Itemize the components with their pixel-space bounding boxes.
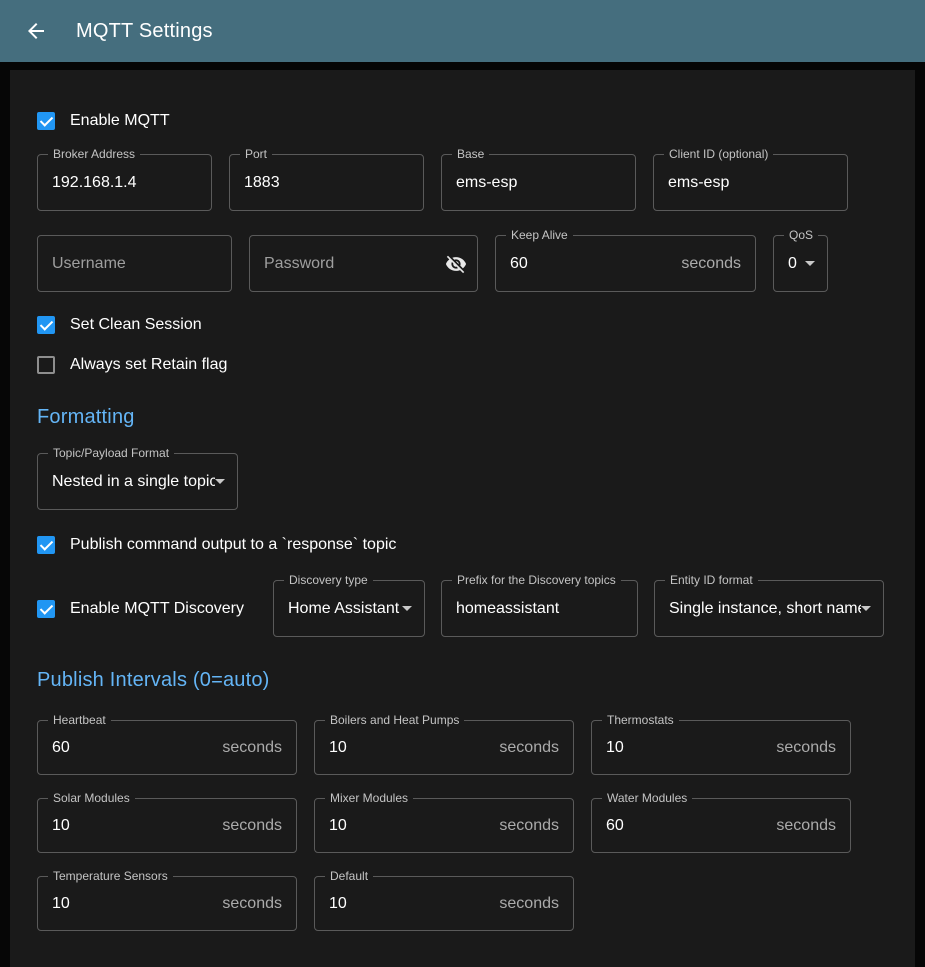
discovery-row: Enable MQTT Discovery Discovery type Hom… — [37, 580, 888, 637]
temperature-sensors-input[interactable] — [38, 895, 222, 913]
water-interval-field: Water Modules seconds — [591, 798, 851, 853]
qos-value: 0 — [774, 255, 805, 273]
username-field — [37, 235, 232, 292]
clean-session-row[interactable]: Set Clean Session — [37, 316, 202, 334]
enable-mqtt-label: Enable MQTT — [70, 112, 170, 130]
back-arrow-icon — [24, 19, 48, 43]
seconds-suffix: seconds — [222, 895, 296, 913]
port-label: Port — [240, 147, 272, 162]
port-input[interactable] — [230, 174, 423, 192]
seconds-suffix: seconds — [499, 739, 573, 757]
entity-id-format-value: Single instance, short name — [655, 600, 861, 618]
heartbeat-interval-field: Heartbeat seconds — [37, 720, 297, 775]
base-input[interactable] — [442, 174, 635, 192]
broker-address-field: Broker Address — [37, 154, 212, 211]
page-title: MQTT Settings — [76, 20, 213, 43]
client-id-input[interactable] — [654, 174, 847, 192]
heartbeat-label: Heartbeat — [48, 713, 111, 728]
broker-address-label: Broker Address — [48, 147, 140, 162]
entity-id-format-select[interactable]: Entity ID format Single instance, short … — [654, 580, 884, 637]
solar-interval-field: Solar Modules seconds — [37, 798, 297, 853]
seconds-suffix: seconds — [776, 817, 850, 835]
default-interval-field: Default seconds — [314, 876, 574, 931]
discovery-type-value: Home Assistant — [274, 600, 402, 618]
formatting-heading: Formatting — [37, 406, 888, 429]
chevron-down-icon — [215, 479, 225, 484]
water-input[interactable] — [592, 817, 776, 835]
seconds-suffix: seconds — [222, 739, 296, 757]
temperature-sensors-label: Temperature Sensors — [48, 869, 173, 884]
broker-row: Broker Address Port Base Client ID (opti… — [37, 154, 888, 211]
keep-alive-suffix: seconds — [681, 255, 755, 273]
chevron-down-icon — [805, 261, 815, 266]
temperature-sensors-interval-field: Temperature Sensors seconds — [37, 876, 297, 931]
retain-flag-label: Always set Retain flag — [70, 356, 227, 374]
enable-mqtt-row[interactable]: Enable MQTT — [37, 112, 170, 130]
enable-mqtt-checkbox[interactable] — [37, 112, 55, 130]
heartbeat-input[interactable] — [38, 739, 222, 757]
base-label: Base — [452, 147, 489, 162]
client-id-label: Client ID (optional) — [664, 147, 773, 162]
enable-discovery-checkbox[interactable] — [37, 600, 55, 618]
seconds-suffix: seconds — [222, 817, 296, 835]
topic-format-select[interactable]: Topic/Payload Format Nested in a single … — [37, 453, 238, 510]
discovery-prefix-label: Prefix for the Discovery topics — [452, 573, 621, 588]
seconds-suffix: seconds — [776, 739, 850, 757]
discovery-prefix-field: Prefix for the Discovery topics — [441, 580, 638, 637]
password-field — [249, 235, 478, 292]
thermostats-label: Thermostats — [602, 713, 679, 728]
app-bar: MQTT Settings — [0, 0, 925, 62]
boilers-label: Boilers and Heat Pumps — [325, 713, 464, 728]
keep-alive-label: Keep Alive — [506, 228, 573, 243]
topic-format-value: Nested in a single topic — [38, 473, 215, 491]
qos-label: QoS — [784, 228, 818, 243]
enable-discovery-row[interactable]: Enable MQTT Discovery — [37, 600, 257, 618]
settings-panel: Enable MQTT Broker Address Port Base Cli… — [10, 70, 915, 967]
client-id-field: Client ID (optional) — [653, 154, 848, 211]
base-field: Base — [441, 154, 636, 211]
topic-format-row: Topic/Payload Format Nested in a single … — [37, 453, 888, 510]
password-input[interactable] — [250, 255, 445, 273]
mixer-input[interactable] — [315, 817, 499, 835]
publish-response-label: Publish command output to a `response` t… — [70, 536, 396, 554]
discovery-type-label: Discovery type — [284, 573, 373, 588]
publish-response-row[interactable]: Publish command output to a `response` t… — [37, 536, 396, 554]
intervals-grid: Heartbeat seconds Boilers and Heat Pumps… — [37, 720, 888, 931]
publish-intervals-heading: Publish Intervals (0=auto) — [37, 669, 888, 692]
port-field: Port — [229, 154, 424, 211]
boilers-interval-field: Boilers and Heat Pumps seconds — [314, 720, 574, 775]
username-input[interactable] — [38, 255, 231, 273]
qos-select[interactable]: QoS 0 — [773, 235, 828, 292]
back-button[interactable] — [22, 17, 50, 45]
seconds-suffix: seconds — [499, 895, 573, 913]
keep-alive-field: Keep Alive seconds — [495, 235, 756, 292]
discovery-prefix-input[interactable] — [442, 600, 637, 618]
thermostats-input[interactable] — [592, 739, 776, 757]
entity-id-format-label: Entity ID format — [665, 573, 758, 588]
default-label: Default — [325, 869, 373, 884]
clean-session-checkbox[interactable] — [37, 316, 55, 334]
default-input[interactable] — [315, 895, 499, 913]
seconds-suffix: seconds — [499, 817, 573, 835]
solar-input[interactable] — [38, 817, 222, 835]
discovery-type-select[interactable]: Discovery type Home Assistant — [273, 580, 425, 637]
boilers-input[interactable] — [315, 739, 499, 757]
enable-discovery-label: Enable MQTT Discovery — [70, 600, 244, 618]
credentials-row: Keep Alive seconds QoS 0 — [37, 235, 888, 292]
solar-label: Solar Modules — [48, 791, 135, 806]
mixer-label: Mixer Modules — [325, 791, 413, 806]
password-visibility-icon[interactable] — [445, 253, 467, 275]
publish-response-checkbox[interactable] — [37, 536, 55, 554]
chevron-down-icon — [402, 606, 412, 611]
water-label: Water Modules — [602, 791, 692, 806]
retain-flag-checkbox[interactable] — [37, 356, 55, 374]
chevron-down-icon — [861, 606, 871, 611]
retain-flag-row[interactable]: Always set Retain flag — [37, 356, 227, 374]
keep-alive-input[interactable] — [496, 255, 681, 273]
broker-address-input[interactable] — [38, 174, 211, 192]
thermostats-interval-field: Thermostats seconds — [591, 720, 851, 775]
mixer-interval-field: Mixer Modules seconds — [314, 798, 574, 853]
topic-format-label: Topic/Payload Format — [48, 446, 174, 461]
clean-session-label: Set Clean Session — [70, 316, 202, 334]
